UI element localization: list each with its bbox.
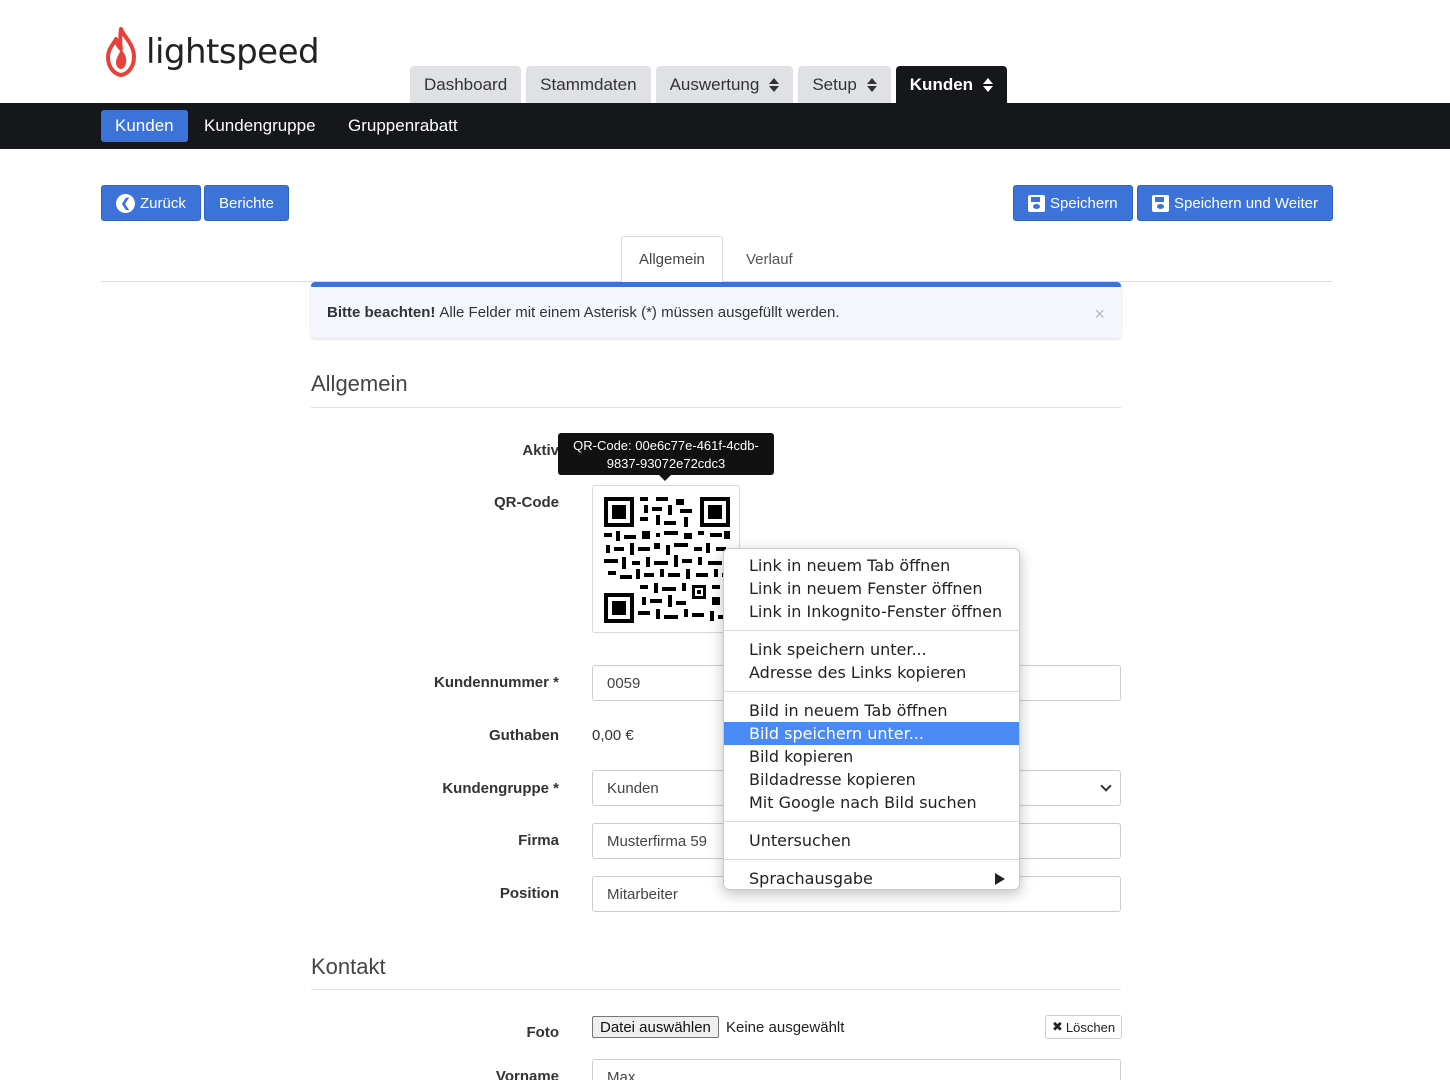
reports-button-label: Berichte — [219, 194, 275, 212]
ctx-open-link-new-window[interactable]: Link in neuem Fenster öffnen — [724, 577, 1019, 600]
position-value: Mitarbeiter — [607, 885, 678, 903]
submenu-arrow-icon — [995, 873, 1005, 885]
tab-label: Dashboard — [424, 74, 508, 94]
subnav-kundengruppe[interactable]: Kundengruppe — [190, 110, 330, 142]
ctx-open-image-new-tab[interactable]: Bild in neuem Tab öffnen — [724, 699, 1019, 722]
close-icon[interactable]: × — [1094, 304, 1105, 325]
customer-group-label: Kundengruppe * — [442, 780, 559, 797]
qr-tooltip: QR-Code: 00e6c77e-461f-4cdb- 9837-93072e… — [558, 433, 774, 481]
delete-label: Löschen — [1065, 1019, 1116, 1035]
subnav-kunden[interactable]: Kunden — [101, 110, 188, 142]
firstname-input[interactable]: Max — [592, 1059, 1121, 1080]
ctx-save-image[interactable]: Bild speichern unter... — [724, 722, 1019, 745]
ctx-inspect[interactable]: Untersuchen — [724, 829, 1019, 852]
qr-code-graphic — [604, 497, 730, 623]
save-icon — [1028, 194, 1045, 212]
tab-label: Auswertung — [669, 74, 760, 94]
delete-photo-button[interactable]: ✖ Löschen — [1045, 1015, 1123, 1039]
section-divider — [311, 407, 1121, 408]
ctx-separator — [724, 630, 1019, 631]
save-continue-button[interactable]: Speichern und Weiter — [1137, 185, 1333, 221]
back-button[interactable]: ❮ Zurück — [101, 185, 201, 221]
back-button-label: Zurück — [140, 194, 186, 212]
photo-label: Foto — [526, 1024, 559, 1041]
ctx-open-link-incognito[interactable]: Link in Inkognito-Fenster öffnen — [724, 600, 1019, 623]
qr-code-label: QR-Code — [494, 494, 559, 511]
ctx-speech[interactable]: Sprachausgabe — [724, 867, 1019, 890]
tooltip-line: 9837-93072e72cdc3 — [606, 456, 726, 471]
company-value: Musterfirma 59 — [607, 832, 708, 850]
brand-name: lightspeed — [146, 32, 320, 72]
lightspeed-logo[interactable]: lightspeed — [104, 26, 320, 78]
alert-text: Alle Felder mit einem Asterisk (*) müsse… — [439, 304, 840, 321]
subnav-gruppenrabatt[interactable]: Gruppenrabatt — [334, 110, 472, 142]
sort-arrows-icon — [769, 77, 780, 92]
chevron-left-icon: ❮ — [116, 193, 135, 213]
choose-file-button[interactable]: Datei auswählen — [592, 1016, 719, 1038]
ctx-separator — [724, 821, 1019, 822]
ctx-copy-image[interactable]: Bild kopieren — [724, 745, 1019, 768]
sort-arrows-icon — [866, 77, 877, 92]
ctx-copy-image-address[interactable]: Bildadresse kopieren — [724, 768, 1019, 791]
firstname-label: Vorname — [495, 1068, 559, 1080]
customer-group-value: Kunden — [607, 779, 659, 797]
section-divider — [311, 989, 1121, 990]
save-button-label: Speichern — [1050, 194, 1118, 212]
tab-auswertung[interactable]: Auswertung — [655, 66, 794, 103]
tab-label: Kunden — [909, 74, 974, 94]
active-label: Aktiv — [522, 442, 559, 459]
ctx-copy-link-address[interactable]: Adresse des Links kopieren — [724, 661, 1019, 684]
tab-verlauf[interactable]: Verlauf — [729, 236, 810, 282]
customer-number-value: 0059 — [607, 674, 641, 692]
credit-value: 0,00 € — [592, 727, 634, 744]
context-menu: Link in neuem Tab öffnen Link in neuem F… — [723, 548, 1020, 890]
main-tabs: Dashboard Stammdaten Auswertung Setup Ku… — [410, 66, 1008, 103]
tab-setup[interactable]: Setup — [798, 66, 891, 103]
save-continue-button-label: Speichern und Weiter — [1174, 194, 1318, 212]
tab-label: Setup — [812, 74, 857, 94]
tab-dashboard[interactable]: Dashboard — [410, 66, 522, 103]
flame-icon — [106, 27, 136, 77]
tab-allgemein[interactable]: Allgemein — [621, 236, 723, 282]
tab-stammdaten[interactable]: Stammdaten — [526, 66, 651, 103]
ctx-open-link-new-tab[interactable]: Link in neuem Tab öffnen — [724, 554, 1019, 577]
tab-kunden[interactable]: Kunden — [895, 66, 1008, 103]
qr-code-image[interactable] — [592, 485, 740, 633]
tooltip-line: QR-Code: 00e6c77e-461f-4cdb- — [573, 438, 759, 453]
sort-arrows-icon — [983, 77, 994, 92]
section-title-general: Allgemein — [311, 371, 408, 396]
firstname-value: Max — [607, 1068, 636, 1080]
sub-navigation: Kunden Kundengruppe Gruppenrabatt — [0, 103, 1450, 149]
info-alert: Bitte beachten! Alle Felder mit einem As… — [311, 282, 1121, 338]
ctx-speech-label: Sprachausgabe — [749, 869, 873, 888]
section-title-contact: Kontakt — [311, 954, 386, 979]
credit-label: Guthaben — [489, 727, 559, 744]
alert-strong: Bitte beachten! — [327, 304, 436, 321]
tab-label: Stammdaten — [540, 74, 637, 94]
ctx-separator — [724, 859, 1019, 860]
company-label: Firma — [518, 832, 559, 849]
ctx-search-image-google[interactable]: Mit Google nach Bild suchen — [724, 791, 1019, 814]
close-icon: ✖ — [1052, 1019, 1063, 1034]
reports-button[interactable]: Berichte — [204, 185, 290, 221]
save-button[interactable]: Speichern — [1013, 185, 1133, 221]
save-icon — [1152, 194, 1169, 212]
ctx-save-link[interactable]: Link speichern unter... — [724, 638, 1019, 661]
customer-number-label: Kundennummer * — [433, 674, 559, 691]
ctx-separator — [724, 691, 1019, 692]
file-status: Keine ausgewählt — [726, 1019, 845, 1036]
position-label: Position — [499, 885, 559, 902]
chevron-down-icon — [1100, 780, 1112, 792]
